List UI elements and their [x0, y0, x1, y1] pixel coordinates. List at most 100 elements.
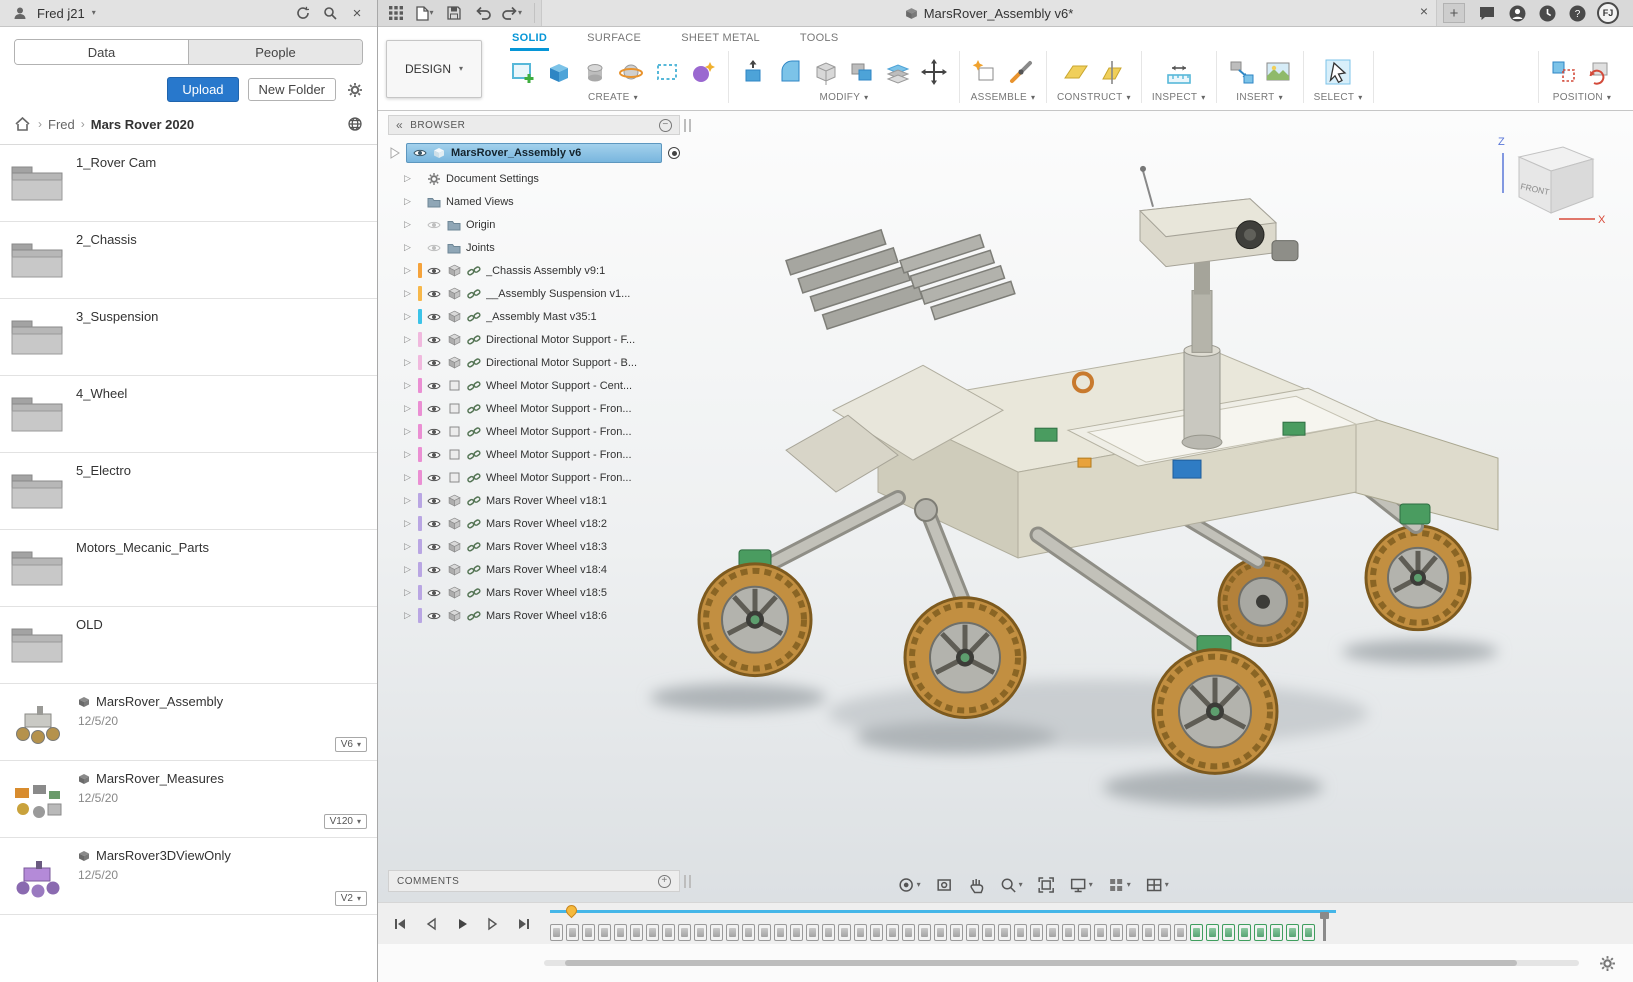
- viewports-icon[interactable]: ▾: [1145, 876, 1169, 894]
- expand-arrow-icon[interactable]: ▷: [404, 357, 414, 368]
- expand-arrow-icon[interactable]: ▷: [404, 426, 414, 437]
- folder-row[interactable]: OLD: [0, 607, 377, 684]
- timeline-feature-marker[interactable]: [694, 924, 707, 941]
- select-cursor-icon[interactable]: [1323, 57, 1353, 87]
- folder-row[interactable]: 5_Electro: [0, 453, 377, 530]
- browser-item[interactable]: ▷: [388, 213, 680, 236]
- version-badge[interactable]: V6▾: [335, 737, 367, 752]
- timeline-feature-marker[interactable]: [1030, 924, 1043, 941]
- comment-bubble-icon[interactable]: [1477, 3, 1497, 23]
- browser-item[interactable]: ▷: [388, 443, 680, 466]
- browser-item[interactable]: ▷: [388, 351, 680, 374]
- panel-collapse-arrow-icon[interactable]: [390, 147, 400, 159]
- visibility-eye-icon[interactable]: [426, 355, 442, 371]
- timeline-feature-marker[interactable]: [566, 924, 579, 941]
- browser-item[interactable]: ▷: [388, 282, 680, 305]
- timeline-feature-marker[interactable]: [1206, 924, 1219, 941]
- expand-arrow-icon[interactable]: ▷: [404, 495, 414, 506]
- timeline-feature-marker[interactable]: [902, 924, 915, 941]
- document-tab[interactable]: MarsRover_Assembly v6* ×: [541, 0, 1437, 26]
- refresh-icon[interactable]: [293, 3, 313, 23]
- expand-arrow-icon[interactable]: ▷: [404, 173, 414, 184]
- step-forward-icon[interactable]: [483, 914, 503, 934]
- browser-item[interactable]: ▷: [388, 420, 680, 443]
- tab-data[interactable]: Data: [15, 40, 189, 64]
- timeline-feature-marker[interactable]: [1158, 924, 1171, 941]
- expand-arrow-icon[interactable]: ▷: [404, 380, 414, 391]
- folder-row[interactable]: Motors_Mecanic_Parts: [0, 530, 377, 607]
- skip-to-start-icon[interactable]: [390, 914, 410, 934]
- group-label-inspect[interactable]: INSPECT▾: [1152, 92, 1206, 103]
- browser-item[interactable]: ▷: [388, 236, 680, 259]
- expand-arrow-icon[interactable]: ▷: [404, 288, 414, 299]
- timeline-feature-marker[interactable]: [1046, 924, 1059, 941]
- file-row[interactable]: MarsRover3DViewOnly 12/5/20 V2▾: [0, 838, 377, 915]
- settings-gear-icon[interactable]: [345, 80, 365, 100]
- timeline-feature-marker[interactable]: [678, 924, 691, 941]
- add-comment-icon[interactable]: +: [658, 875, 671, 888]
- timeline-feature-marker[interactable]: [934, 924, 947, 941]
- play-icon[interactable]: [452, 914, 472, 934]
- file-menu-icon[interactable]: ▾: [415, 3, 435, 23]
- timeline-feature-marker[interactable]: [662, 924, 675, 941]
- expand-arrow-icon[interactable]: ▷: [404, 311, 414, 322]
- construction-axis-icon[interactable]: [1097, 57, 1127, 87]
- timeline-feature-marker[interactable]: [1094, 924, 1107, 941]
- save-icon[interactable]: [444, 3, 464, 23]
- timeline-feature-marker[interactable]: [1254, 924, 1267, 941]
- zoom-icon[interactable]: ▾: [999, 876, 1023, 894]
- display-settings-icon[interactable]: ▾: [1069, 876, 1093, 894]
- share-globe-icon[interactable]: [345, 114, 365, 134]
- timeline-track[interactable]: [550, 907, 1326, 941]
- timeline-feature-marker[interactable]: [758, 924, 771, 941]
- viewport-canvas[interactable]: « BROWSER − MarsRover_Assembly v6: [378, 111, 1633, 902]
- sphere-icon[interactable]: [616, 57, 646, 87]
- tab-solid[interactable]: SOLID: [510, 27, 549, 51]
- browser-item[interactable]: ▷: [388, 466, 680, 489]
- visibility-eye-icon[interactable]: [426, 240, 442, 256]
- timeline-feature-marker[interactable]: [886, 924, 899, 941]
- version-badge[interactable]: V2▾: [335, 891, 367, 906]
- timeline-feature-marker[interactable]: [806, 924, 819, 941]
- timeline-feature-marker[interactable]: [1190, 924, 1203, 941]
- tab-surface[interactable]: SURFACE: [585, 27, 643, 51]
- user-name[interactable]: Fred j21: [37, 6, 85, 21]
- file-row[interactable]: MarsRover_Assembly 12/5/20 V6▾: [0, 684, 377, 761]
- folder-row[interactable]: 4_Wheel: [0, 376, 377, 453]
- browser-header[interactable]: « BROWSER −: [388, 115, 680, 135]
- preferences-gear-icon[interactable]: [1597, 953, 1617, 973]
- timeline-feature-marker[interactable]: [598, 924, 611, 941]
- version-badge[interactable]: V120▾: [324, 814, 367, 829]
- timeline-feature-marker[interactable]: [1126, 924, 1139, 941]
- collapse-browser-icon[interactable]: «: [396, 118, 403, 132]
- timeline-feature-marker[interactable]: [1062, 924, 1075, 941]
- shell-icon[interactable]: [811, 57, 841, 87]
- tab-people[interactable]: People: [189, 40, 362, 64]
- visibility-eye-icon[interactable]: [426, 217, 442, 233]
- new-folder-button[interactable]: New Folder: [248, 78, 336, 101]
- timeline-feature-marker[interactable]: [870, 924, 883, 941]
- group-label-insert[interactable]: INSERT▾: [1236, 92, 1283, 103]
- group-label-modify[interactable]: MODIFY▾: [819, 92, 868, 103]
- timeline-feature-marker[interactable]: [1302, 924, 1315, 941]
- browser-item[interactable]: ▷: [388, 305, 680, 328]
- visibility-eye-icon[interactable]: [426, 401, 442, 417]
- expand-arrow-icon[interactable]: ▷: [404, 472, 414, 483]
- timeline-feature-marker[interactable]: [838, 924, 851, 941]
- browser-item[interactable]: ▷: [388, 558, 680, 581]
- workspace-switcher[interactable]: DESIGN▾: [386, 40, 482, 98]
- new-component-icon[interactable]: [970, 57, 1000, 87]
- timeline-feature-marker[interactable]: [1286, 924, 1299, 941]
- timeline-feature-marker[interactable]: [614, 924, 627, 941]
- timeline-feature-marker[interactable]: [1014, 924, 1027, 941]
- breadcrumb-parent[interactable]: Fred: [48, 117, 75, 132]
- step-back-icon[interactable]: [421, 914, 441, 934]
- browser-item[interactable]: ▷: [388, 397, 680, 420]
- expand-arrow-icon[interactable]: ▷: [404, 242, 414, 253]
- group-label-position[interactable]: POSITION▾: [1553, 92, 1612, 103]
- grid-toggle-icon[interactable]: ▾: [1107, 876, 1131, 894]
- visibility-eye-icon[interactable]: [426, 424, 442, 440]
- visibility-eye-icon[interactable]: [426, 470, 442, 486]
- visibility-eye-icon[interactable]: [426, 286, 442, 302]
- redo-icon[interactable]: ▾: [502, 3, 522, 23]
